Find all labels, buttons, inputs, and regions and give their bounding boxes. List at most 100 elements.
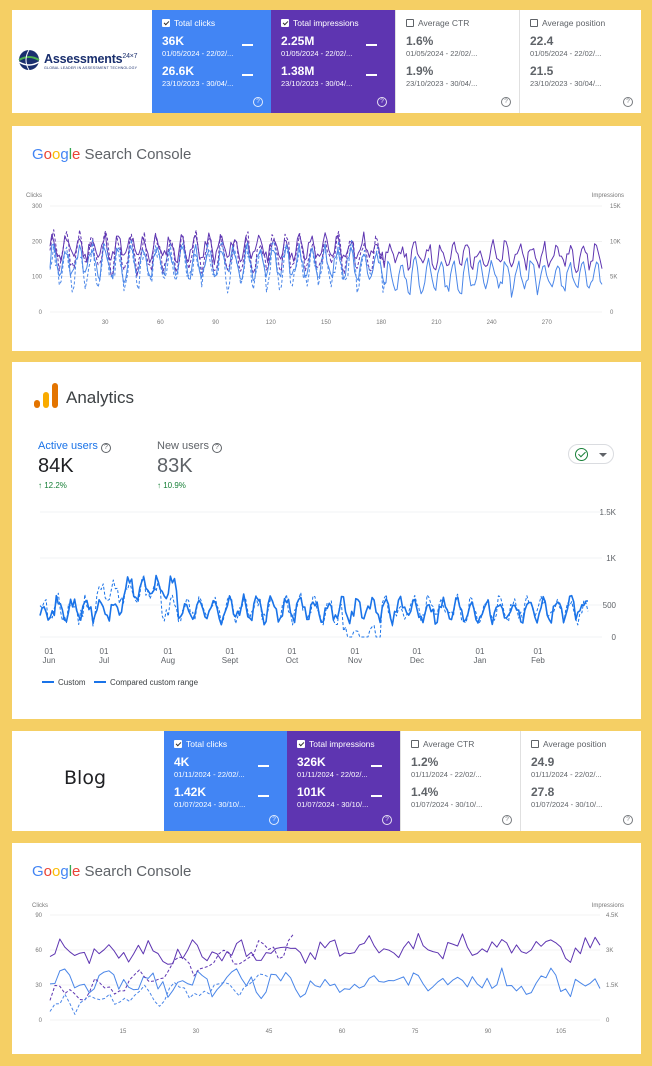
analytics-panel: Analytics Active users? 84K ↑ 12.2% New … xyxy=(12,362,641,719)
card-label: Average position xyxy=(543,739,607,749)
card-label: Total clicks xyxy=(186,739,228,749)
analytics-chart[interactable]: 1.5K 1K 500 0 xyxy=(12,362,641,719)
card-value-current: 1.2% xyxy=(411,755,439,769)
month-label: 01 Dec xyxy=(409,647,425,665)
card-value-previous: 101K xyxy=(297,785,326,799)
dashed-line-icon xyxy=(366,74,377,76)
logo-text: Assessments xyxy=(44,52,123,66)
card-value-previous: 26.6K xyxy=(162,64,195,78)
right-axis-title: Impressions xyxy=(592,903,624,909)
month-label: 01 Jan xyxy=(473,647,487,665)
checkbox-icon[interactable] xyxy=(162,19,170,27)
card-date-current: 01/11/2024 - 22/02/... xyxy=(411,770,482,779)
left-tick: 0 xyxy=(39,310,43,316)
card-date-current: 01/11/2024 - 22/02/... xyxy=(531,770,602,779)
legend-custom: Custom xyxy=(42,678,86,687)
average-ctr-card[interactable]: Average CTR 1.2% 01/11/2024 - 22/02/... 1.4… xyxy=(400,731,520,831)
checkbox-icon[interactable] xyxy=(174,740,182,748)
clicks-current-line xyxy=(49,967,601,1000)
y-tick: 0 xyxy=(612,633,617,642)
search-console-chart-main[interactable]: Clicks Impressions 300 15K 200 10K 100 5K 0 0 30 60… xyxy=(12,126,641,351)
x-tick: 60 xyxy=(339,1029,346,1035)
clicks-previous-line xyxy=(49,973,270,1015)
legend-compared: Compared custom range xyxy=(94,678,198,687)
total-clicks-card[interactable]: Total clicks 36K 01/05/2024 - 22/02/... 26.… xyxy=(152,10,271,113)
total-impressions-card[interactable]: Total impressions 2.25M 01/05/2024 - 22/02… xyxy=(271,10,395,113)
card-value-previous: 27.8 xyxy=(531,785,555,799)
right-tick: 4.5K xyxy=(606,913,618,919)
left-axis-title: Clicks xyxy=(26,193,42,199)
logo-suffix: 24×7 xyxy=(122,52,138,60)
x-tick: 210 xyxy=(431,320,442,326)
checkbox-icon[interactable] xyxy=(531,740,539,748)
card-value-previous: 1.4% xyxy=(411,785,439,799)
total-impressions-card[interactable]: Total impressions 326K 01/11/2024 - 22/02/… xyxy=(287,731,400,831)
card-label: Average CTR xyxy=(423,739,475,749)
help-icon[interactable]: ? xyxy=(377,97,387,107)
card-date-previous: 23/10/2023 - 30/04/... xyxy=(530,79,602,88)
left-tick: 60 xyxy=(35,948,42,954)
average-position-card[interactable]: Average position 24.9 01/11/2024 - 22/02/.… xyxy=(520,731,641,831)
help-icon[interactable]: ? xyxy=(382,815,392,825)
average-position-card[interactable]: Average position 22.4 01/05/2024 - 22/02/.… xyxy=(519,10,641,113)
month-label: 01 Sept xyxy=(221,647,239,665)
x-tick: 15 xyxy=(120,1029,127,1035)
y-tick: 1.5K xyxy=(600,508,617,517)
right-axis-title: Impressions xyxy=(592,193,624,199)
impressions-previous-line xyxy=(49,933,294,1001)
help-icon[interactable]: ? xyxy=(501,97,511,107)
search-console-chart-blog[interactable]: Clicks Impressions 90 4.5K 60 3K 30 1.5K 0 0 15 30 4… xyxy=(12,843,641,1054)
x-tick: 150 xyxy=(321,320,332,326)
card-value-current: 4K xyxy=(174,755,190,769)
left-tick: 300 xyxy=(32,204,43,210)
average-ctr-card[interactable]: Average CTR 1.6% 01/05/2024 - 22/02/... 1.9… xyxy=(395,10,519,113)
x-tick: 30 xyxy=(193,1029,200,1035)
card-label: Total impressions xyxy=(309,739,375,749)
checkbox-icon[interactable] xyxy=(406,19,414,27)
card-value-current: 1.6% xyxy=(406,34,434,48)
solid-line-icon xyxy=(366,44,377,46)
month-label: 01 Jul xyxy=(98,647,110,665)
help-icon[interactable]: ? xyxy=(502,815,512,825)
checkbox-icon[interactable] xyxy=(281,19,289,27)
card-value-previous: 1.38M xyxy=(281,64,315,78)
card-date-previous: 01/07/2024 - 30/10/... xyxy=(411,800,483,809)
card-value-current: 326K xyxy=(297,755,326,769)
solid-line-icon xyxy=(258,765,269,767)
card-value-current: 2.25M xyxy=(281,34,315,48)
help-icon[interactable]: ? xyxy=(623,815,633,825)
help-icon[interactable]: ? xyxy=(269,815,279,825)
x-tick: 105 xyxy=(556,1029,567,1035)
month-label: 01 Feb xyxy=(531,647,545,665)
right-tick: 10K xyxy=(610,239,621,245)
top-metrics-panel: Assessments24×7 GLOBAL LEADER IN ASSESSM… xyxy=(12,10,641,113)
card-value-previous: 1.9% xyxy=(406,64,434,78)
card-date-current: 01/05/2024 - 22/02/... xyxy=(530,49,602,58)
help-icon[interactable]: ? xyxy=(253,97,263,107)
right-tick: 0 xyxy=(606,1018,610,1024)
checkbox-icon[interactable] xyxy=(530,19,538,27)
right-tick: 3K xyxy=(606,948,613,954)
card-date-current: 01/11/2024 - 22/02/... xyxy=(297,770,368,779)
card-date-previous: 23/10/2023 - 30/04/... xyxy=(406,79,478,88)
right-tick: 5K xyxy=(610,275,617,281)
card-date-previous: 23/10/2023 - 30/04/... xyxy=(162,79,234,88)
x-tick: 270 xyxy=(542,320,553,326)
assessments-logo: Assessments24×7 GLOBAL LEADER IN ASSESSM… xyxy=(18,46,154,78)
month-label: 01 Jun xyxy=(42,647,56,665)
help-icon[interactable]: ? xyxy=(623,97,633,107)
search-console-panel-main: Google Search Console Clicks Impressions 3… xyxy=(12,126,641,351)
x-tick: 75 xyxy=(412,1029,419,1035)
checkbox-icon[interactable] xyxy=(297,740,305,748)
card-label: Total impressions xyxy=(293,18,359,28)
solid-line-icon xyxy=(242,44,253,46)
checkbox-icon[interactable] xyxy=(411,740,419,748)
impressions-current-line xyxy=(49,933,601,965)
x-tick: 60 xyxy=(157,320,164,326)
card-label: Average position xyxy=(542,18,606,28)
left-axis-title: Clicks xyxy=(32,903,48,909)
card-date-previous: 01/07/2024 - 30/10/... xyxy=(531,800,603,809)
total-clicks-card[interactable]: Total clicks 4K 01/11/2024 - 22/02/... 1.42… xyxy=(164,731,287,831)
x-tick: 45 xyxy=(266,1029,273,1035)
dashed-line-icon xyxy=(258,795,269,797)
